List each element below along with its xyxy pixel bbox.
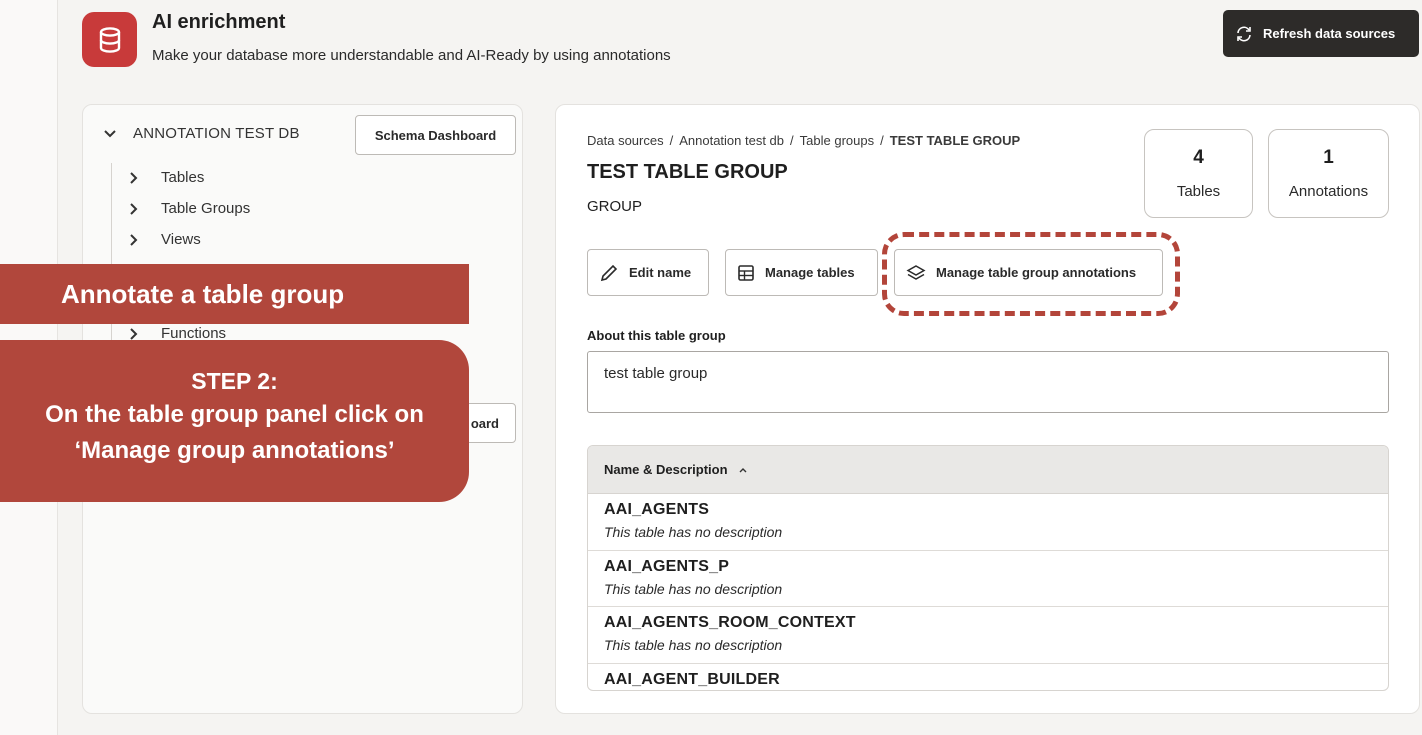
- tutorial-step-line-1: On the table group panel click on: [45, 401, 424, 428]
- tutorial-step-title: STEP 2:: [191, 368, 278, 394]
- stat-card-tables: 4 Tables: [1144, 129, 1253, 218]
- breadcrumb-link-db[interactable]: Annotation test db: [679, 133, 784, 148]
- sidebar-item-table-groups[interactable]: Table Groups: [129, 200, 250, 217]
- db-name: ANNOTATION TEST DB: [133, 125, 300, 142]
- table-row[interactable]: AAI_AGENTS_P This table has no descripti…: [588, 551, 1388, 607]
- chevron-down-icon: [104, 129, 116, 137]
- chevron-right-icon: [130, 171, 138, 184]
- refresh-label: Refresh data sources: [1263, 26, 1396, 41]
- schema-dashboard-button[interactable]: Schema Dashboard: [355, 115, 516, 155]
- breadcrumb-link-data-sources[interactable]: Data sources: [587, 133, 664, 148]
- row-description: This table has no description: [604, 524, 783, 540]
- refresh-icon: [1237, 26, 1251, 41]
- table-icon: [738, 264, 754, 281]
- stat-value: 1: [1323, 147, 1334, 168]
- about-description-field[interactable]: test table group: [587, 351, 1389, 413]
- sidebar-item-label: Views: [161, 231, 201, 248]
- chevron-right-icon: [130, 327, 138, 340]
- about-label: About this table group: [587, 328, 726, 343]
- manage-tables-label: Manage tables: [765, 265, 855, 280]
- tutorial-step-line-2: ‘Manage group annotations’: [74, 437, 395, 464]
- breadcrumb-current: TEST TABLE GROUP: [889, 133, 1021, 148]
- table-header[interactable]: Name & Description: [588, 446, 1388, 494]
- stat-card-annotations: 1 Annotations: [1268, 129, 1389, 218]
- highlight-ring: [882, 232, 1180, 316]
- chevron-right-icon: [130, 202, 138, 215]
- row-name: AAI_AGENTS_P: [604, 557, 730, 575]
- breadcrumb-link-table-groups[interactable]: Table groups: [800, 133, 874, 148]
- page-subtitle: Make your database more understandable a…: [152, 47, 671, 64]
- db-tree-root[interactable]: ANNOTATION TEST DB: [103, 125, 300, 142]
- table-row[interactable]: AAI_AGENT_BUILDER: [588, 664, 1388, 691]
- row-description: This table has no description: [604, 637, 783, 653]
- row-name: AAI_AGENTS_ROOM_CONTEXT: [604, 614, 856, 631]
- pencil-icon: [600, 264, 618, 281]
- stat-value: 4: [1193, 147, 1204, 168]
- breadcrumb: Data sources / Annotation test db / Table gr…: [587, 133, 1021, 148]
- tutorial-step-card: STEP 2: On the table group panel click o…: [0, 340, 469, 502]
- page-title: AI enrichment: [152, 11, 286, 33]
- manage-tables-button[interactable]: Manage tables: [725, 249, 878, 296]
- database-icon: [82, 12, 137, 67]
- table-group-panel: Data sources / Annotation test db / Table gr…: [555, 104, 1420, 714]
- edit-name-label: Edit name: [629, 265, 692, 280]
- row-name: AAI_AGENT_BUILDER: [604, 670, 780, 688]
- sidebar-item-views[interactable]: Views: [129, 231, 201, 248]
- sidebar-item-label: Table Groups: [161, 200, 251, 217]
- stat-label: Tables: [1176, 183, 1221, 200]
- sidebar-item-label: Tables: [161, 169, 205, 186]
- row-name: AAI_AGENTS: [604, 501, 710, 518]
- tables-list: Name & Description AAI_AGENTS This table…: [587, 445, 1389, 691]
- table-row[interactable]: AAI_AGENTS This table has no description: [588, 494, 1388, 551]
- stat-label: Annotations: [1288, 183, 1369, 200]
- column-header-name-description: Name & Description: [604, 462, 728, 477]
- page-header: AI enrichment Make your database more un…: [82, 8, 1422, 68]
- table-group-type: GROUP: [587, 198, 643, 215]
- edit-name-button[interactable]: Edit name: [587, 249, 709, 296]
- sidebar-item-tables[interactable]: Tables: [129, 169, 204, 186]
- table-row[interactable]: AAI_AGENTS_ROOM_CONTEXT This table has n…: [588, 607, 1388, 664]
- row-description: This table has no description: [604, 580, 783, 597]
- refresh-data-sources-button[interactable]: Refresh data sources: [1223, 10, 1419, 57]
- tutorial-banner: Annotate a table group: [0, 264, 469, 324]
- chevron-right-icon: [130, 233, 138, 246]
- table-group-title: TEST TABLE GROUP: [587, 161, 788, 183]
- sort-ascending-icon: [739, 467, 747, 472]
